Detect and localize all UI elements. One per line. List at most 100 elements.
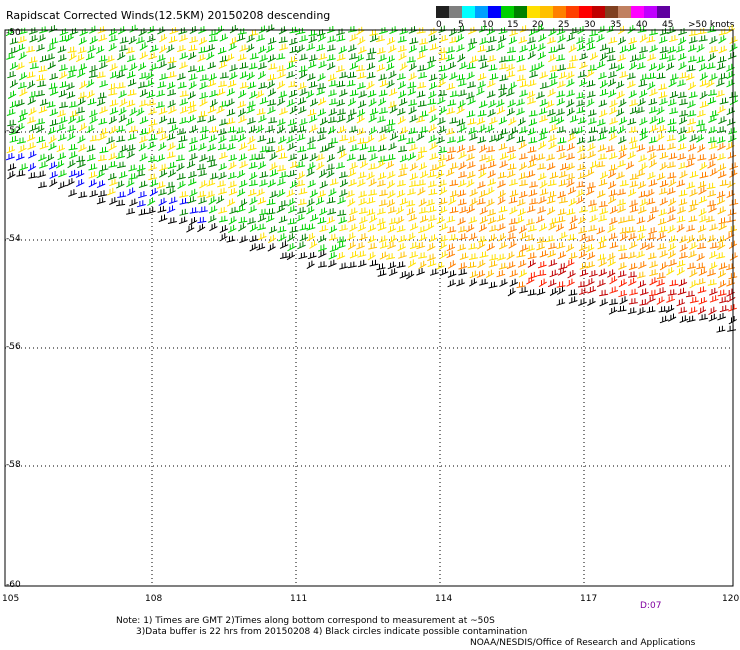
wind-barb bbox=[128, 164, 138, 172]
wind-barb bbox=[38, 105, 48, 114]
wind-barb bbox=[159, 73, 169, 81]
wind-barb bbox=[536, 288, 546, 296]
wind-barb bbox=[608, 232, 618, 240]
wind-barb bbox=[718, 72, 728, 80]
wind-barb bbox=[28, 172, 38, 179]
wind-barb bbox=[118, 114, 127, 123]
wind-barb bbox=[158, 107, 168, 115]
wind-barb bbox=[538, 278, 547, 288]
wind-barb bbox=[219, 225, 229, 234]
wind-barb bbox=[708, 261, 718, 270]
wind-barb bbox=[118, 44, 128, 52]
wind-barb bbox=[286, 251, 296, 261]
wind-barb bbox=[568, 289, 578, 296]
wind-barb bbox=[108, 34, 118, 42]
wind-barb bbox=[155, 101, 165, 109]
wind-barb bbox=[109, 178, 118, 187]
wind-barb bbox=[326, 44, 336, 52]
wind-barb bbox=[566, 107, 575, 117]
wind-barb bbox=[47, 61, 56, 70]
wind-barb bbox=[489, 73, 499, 81]
wind-barb bbox=[407, 81, 417, 89]
wind-barb bbox=[446, 215, 456, 223]
wind-barb bbox=[287, 198, 296, 207]
wind-barb bbox=[659, 315, 669, 324]
wind-barb bbox=[57, 45, 67, 53]
wind-barb bbox=[509, 126, 519, 136]
wind-barb bbox=[536, 243, 546, 251]
wind-barb bbox=[115, 180, 125, 189]
wind-barb bbox=[109, 99, 119, 107]
wind-barb bbox=[78, 63, 88, 71]
wind-barb bbox=[138, 208, 148, 216]
wind-barb bbox=[507, 146, 517, 154]
wind-barb bbox=[665, 304, 675, 313]
wind-barb bbox=[218, 80, 228, 88]
wind-barb bbox=[306, 260, 315, 270]
wind-barb bbox=[67, 159, 76, 169]
wind-barb bbox=[498, 116, 508, 125]
wind-barb bbox=[186, 224, 195, 233]
wind-barb bbox=[158, 60, 167, 69]
wind-barb bbox=[628, 126, 638, 133]
wind-barb bbox=[309, 98, 319, 107]
wind-barb bbox=[478, 163, 487, 172]
wind-barb bbox=[548, 78, 558, 87]
wind-barb bbox=[607, 180, 617, 190]
wind-barb bbox=[288, 80, 298, 88]
wind-barb bbox=[556, 80, 566, 89]
wind-barb bbox=[629, 61, 638, 71]
wind-barb bbox=[676, 260, 686, 268]
wind-barb bbox=[226, 143, 236, 151]
wind-barb bbox=[228, 154, 238, 162]
wind-barb bbox=[206, 44, 216, 52]
wind-barb bbox=[408, 214, 418, 222]
wind-barb bbox=[299, 88, 308, 97]
wind-barb bbox=[497, 189, 506, 199]
wind-barb bbox=[477, 259, 486, 269]
wind-barb bbox=[639, 34, 648, 43]
wind-barb bbox=[226, 98, 235, 107]
wind-barb bbox=[377, 115, 387, 123]
wind-barb bbox=[287, 218, 297, 225]
wind-barb bbox=[336, 80, 346, 88]
wind-barb bbox=[179, 61, 188, 70]
wind-barb bbox=[278, 135, 287, 144]
wind-barb bbox=[609, 286, 619, 294]
wind-barb bbox=[146, 71, 155, 80]
wind-barb bbox=[88, 179, 98, 188]
wind-barb bbox=[527, 289, 537, 296]
wind-barb bbox=[297, 97, 307, 105]
wind-barb bbox=[396, 108, 406, 116]
wind-barb bbox=[617, 160, 626, 168]
wind-barb bbox=[566, 143, 576, 151]
wind-barb bbox=[299, 233, 309, 242]
wind-barb bbox=[189, 188, 198, 198]
wind-barb bbox=[378, 54, 387, 62]
wind-barb bbox=[697, 125, 707, 132]
wind-barb bbox=[249, 52, 259, 60]
wind-barb bbox=[529, 181, 538, 188]
wind-barb bbox=[628, 232, 637, 240]
wind-barb bbox=[176, 128, 187, 135]
wind-barb bbox=[626, 72, 636, 80]
wind-barb bbox=[328, 188, 337, 197]
wind-barb bbox=[326, 169, 335, 179]
wind-barb bbox=[659, 261, 668, 271]
wind-barb bbox=[399, 27, 409, 35]
wind-barb bbox=[148, 119, 158, 127]
wind-barb bbox=[516, 74, 526, 82]
wind-barb bbox=[608, 132, 618, 142]
wind-barb bbox=[267, 88, 277, 97]
wind-barb bbox=[699, 72, 708, 81]
wind-barb bbox=[689, 280, 698, 289]
wind-barb bbox=[357, 250, 367, 258]
wind-barb bbox=[368, 178, 377, 187]
wind-barb bbox=[485, 269, 495, 279]
wind-barb bbox=[598, 235, 608, 244]
wind-barb bbox=[255, 124, 265, 134]
wind-barb bbox=[307, 109, 317, 117]
wind-barb bbox=[167, 56, 177, 64]
wind-barb bbox=[547, 88, 556, 97]
wind-barb bbox=[417, 187, 426, 196]
